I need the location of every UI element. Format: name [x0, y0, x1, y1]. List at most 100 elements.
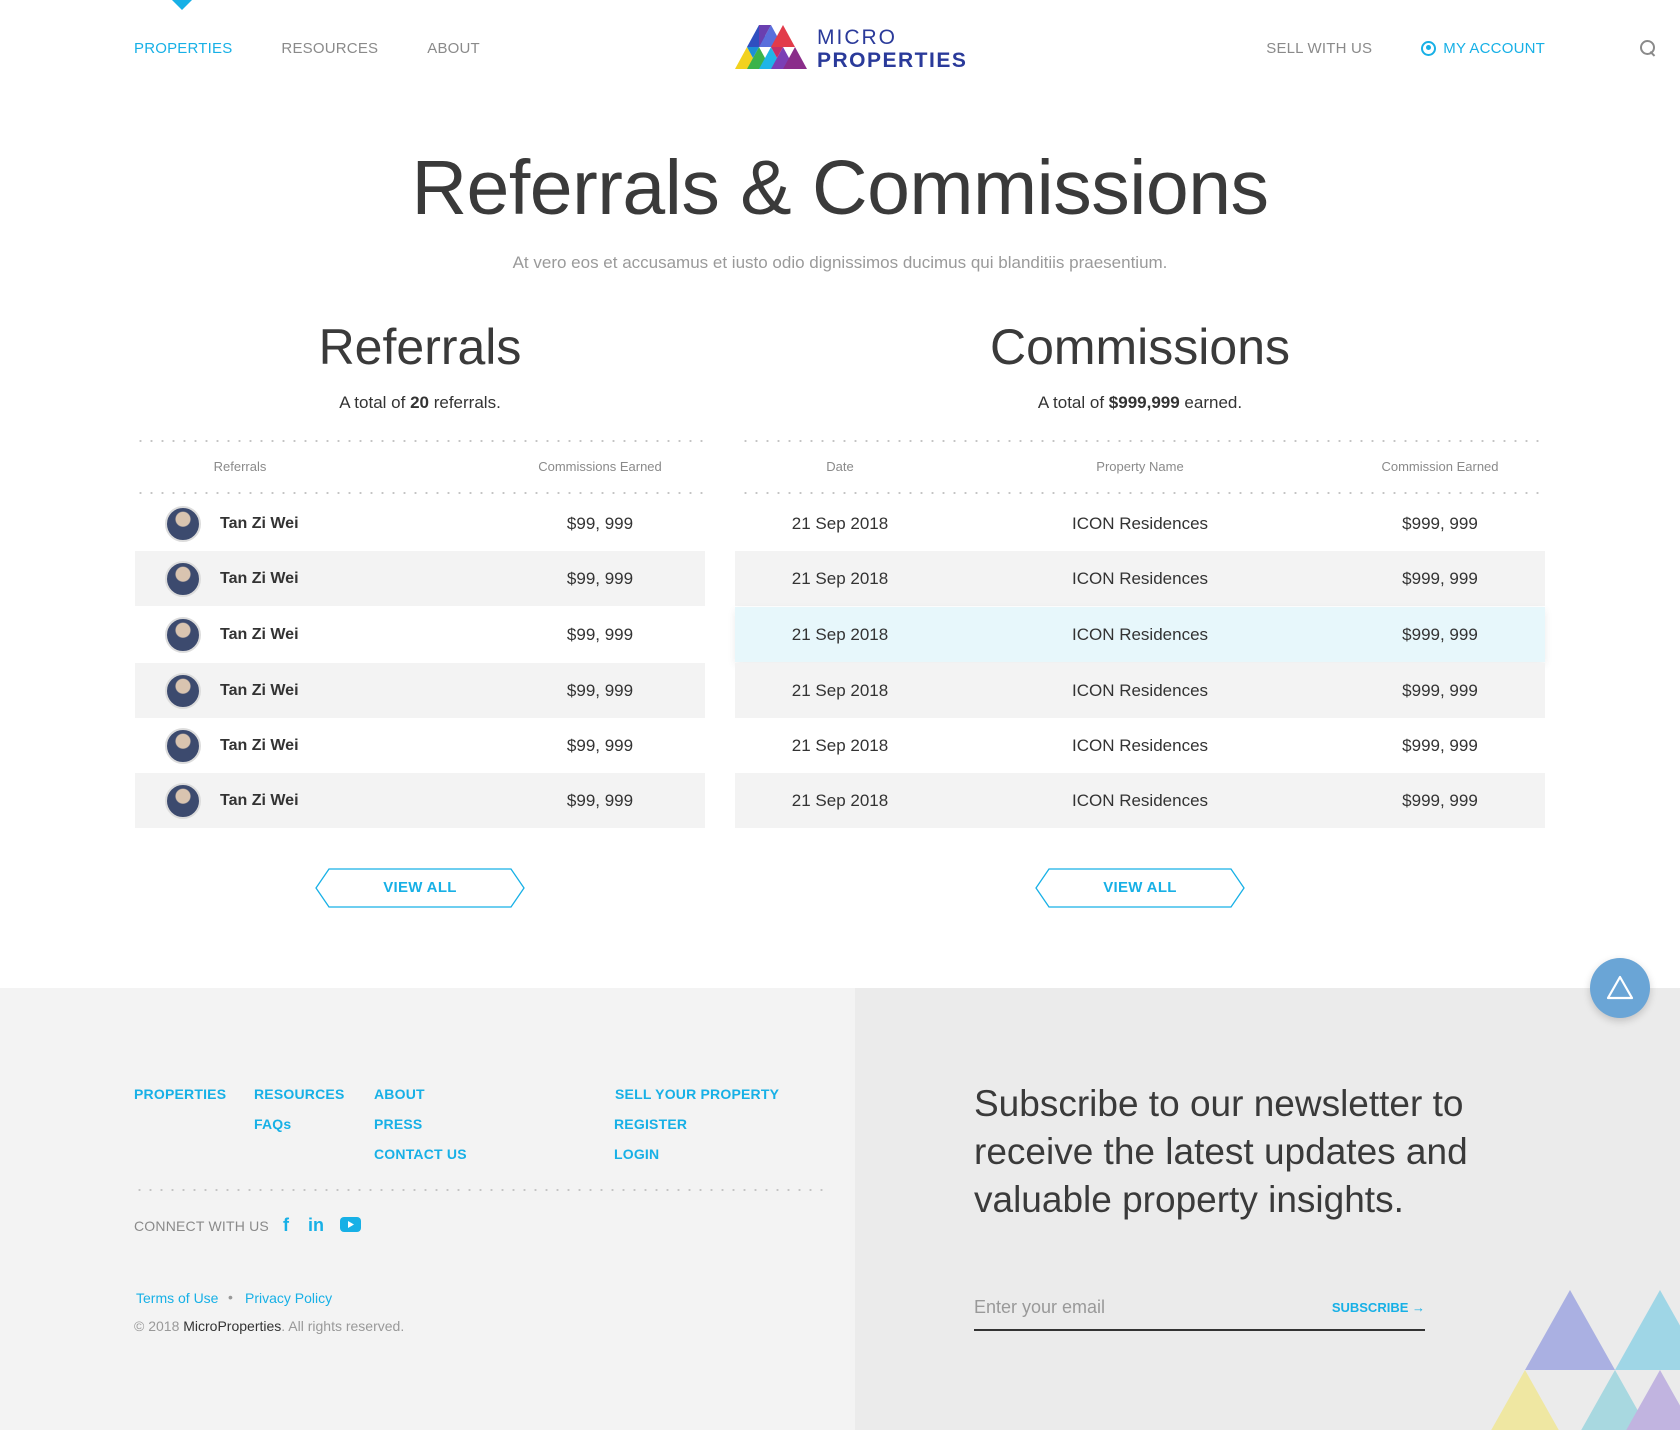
col-header-property-name: Property Name	[1096, 459, 1184, 474]
page-subtitle: At vero eos et accusamus et iusto odio d…	[512, 253, 1168, 272]
commission-amount: $999, 999	[1402, 790, 1478, 810]
referral-amount: $99, 999	[566, 735, 634, 755]
scroll-to-top-button[interactable]	[1590, 958, 1650, 1018]
footer-link-sell-your-property[interactable]: SELL YOUR PROPERTY	[615, 1086, 779, 1102]
footer-link-press[interactable]: PRESS	[374, 1116, 422, 1132]
commissions-summary: A total of $999,999 earned.	[1037, 393, 1243, 412]
logo-text-bottom: PROPERTIES	[817, 49, 968, 72]
avatar	[165, 782, 201, 819]
nav-resources[interactable]: RESOURCES	[281, 40, 378, 57]
view-all-referrals-button[interactable]: VIEW ALL	[315, 868, 525, 908]
terms-of-use-link[interactable]: Terms of Use	[136, 1290, 218, 1306]
avatar	[165, 560, 201, 597]
referral-amount: $99, 999	[566, 513, 634, 533]
email-input[interactable]	[974, 1292, 1294, 1322]
commission-date: 21 Sep 2018	[791, 568, 889, 588]
avatar	[165, 616, 201, 653]
commission-property: ICON Residences	[1071, 735, 1209, 755]
table-row[interactable]: 21 Sep 2018 ICON Residences $999, 999	[735, 551, 1545, 606]
avatar	[165, 672, 201, 709]
subscribe-button[interactable]: SUBSCRIBE →	[1332, 1300, 1425, 1315]
copyright-brand: MicroProperties	[183, 1318, 282, 1334]
nav-about[interactable]: ABOUT	[427, 40, 480, 57]
active-nav-indicator	[172, 0, 192, 10]
view-all-label: VIEW ALL	[383, 879, 457, 896]
referral-name: Tan Zi Wei	[220, 736, 299, 754]
view-all-label: VIEW ALL	[1103, 879, 1177, 896]
logo-mark-icon	[735, 25, 807, 69]
commission-property: ICON Residences	[1071, 513, 1209, 533]
referral-name: Tan Zi Wei	[220, 625, 299, 643]
nav-sell-with-us[interactable]: SELL WITH US	[1266, 40, 1372, 57]
page-title: Referrals & Commissions	[411, 145, 1269, 231]
footer-link-properties[interactable]: PROPERTIES	[134, 1086, 226, 1102]
footer-link-register[interactable]: REGISTER	[614, 1116, 687, 1132]
view-all-commissions-button[interactable]: VIEW ALL	[1035, 868, 1245, 908]
facebook-icon[interactable]: f	[283, 1215, 289, 1236]
commission-date: 21 Sep 2018	[791, 624, 889, 644]
table-row[interactable]: 21 Sep 2018 ICON Residences $999, 999	[735, 663, 1545, 718]
footer-link-resources[interactable]: RESOURCES	[254, 1086, 344, 1102]
col-header-date: Date	[826, 459, 854, 474]
commission-date: 21 Sep 2018	[791, 735, 889, 755]
linkedin-icon[interactable]: in	[308, 1215, 324, 1236]
site-header: PROPERTIES RESOURCES ABOUT MICRO PROPERT…	[0, 0, 1680, 100]
referrals-title: Referrals	[318, 319, 522, 375]
logo-text-top: MICRO	[817, 26, 897, 49]
youtube-icon[interactable]	[340, 1217, 361, 1232]
decorative-triangles	[1491, 1290, 1680, 1430]
nav-properties[interactable]: PROPERTIES	[134, 40, 232, 57]
referral-name: Tan Zi Wei	[220, 681, 299, 699]
table-row[interactable]: Tan Zi Wei $99, 999	[135, 663, 705, 718]
newsletter-heading: Subscribe to our newsletter to receive t…	[974, 1083, 1468, 1220]
privacy-policy-link[interactable]: Privacy Policy	[245, 1290, 332, 1306]
referral-name: Tan Zi Wei	[220, 514, 299, 532]
secondary-nav: SELL WITH US MY ACCOUNT	[1266, 40, 1545, 57]
table-row[interactable]: Tan Zi Wei $99, 999	[135, 773, 705, 828]
avatar	[165, 727, 201, 764]
col-header-commission-earned: Commission Earned	[1381, 459, 1499, 474]
table-row[interactable]: 21 Sep 2018 ICON Residences $999, 999	[735, 773, 1545, 828]
col-header-referrals: Referrals	[213, 459, 267, 474]
referrals-summary: A total of 20 referrals.	[339, 393, 501, 412]
referral-name: Tan Zi Wei	[220, 791, 299, 809]
divider	[135, 492, 705, 494]
commissions-title: Commissions	[989, 319, 1291, 375]
commission-amount: $999, 999	[1402, 680, 1478, 700]
divider	[740, 440, 1545, 442]
commission-date: 21 Sep 2018	[791, 680, 889, 700]
commission-amount: $999, 999	[1402, 513, 1478, 533]
table-row[interactable]: Tan Zi Wei $99, 999	[135, 551, 705, 606]
search-icon[interactable]	[1640, 40, 1656, 56]
avatar	[165, 505, 201, 542]
commission-amount: $999, 999	[1402, 624, 1478, 644]
footer-link-login[interactable]: LOGIN	[614, 1146, 659, 1162]
referral-amount: $99, 999	[566, 790, 634, 810]
my-account-link[interactable]: MY ACCOUNT	[1421, 40, 1545, 57]
site-logo[interactable]: MICRO PROPERTIES	[735, 25, 967, 73]
footer-divider	[134, 1189, 828, 1191]
triangle-up-icon	[1606, 975, 1634, 1000]
table-row[interactable]: Tan Zi Wei $99, 999	[135, 496, 705, 551]
newsletter-form: SUBSCRIBE →	[974, 1288, 1425, 1331]
commission-property: ICON Residences	[1071, 790, 1209, 810]
table-row[interactable]: Tan Zi Wei $99, 999	[135, 718, 705, 773]
primary-nav: PROPERTIES RESOURCES ABOUT	[134, 40, 480, 57]
commission-property: ICON Residences	[1071, 680, 1209, 700]
footer-link-about[interactable]: ABOUT	[374, 1086, 425, 1102]
col-header-commissions-earned: Commissions Earned	[538, 459, 662, 474]
referral-amount: $99, 999	[566, 680, 634, 700]
commission-date: 21 Sep 2018	[791, 790, 889, 810]
my-account-label: MY ACCOUNT	[1443, 40, 1545, 57]
table-row[interactable]: 21 Sep 2018 ICON Residences $999, 999	[735, 718, 1545, 773]
table-row[interactable]: 21 Sep 2018 ICON Residences $999, 999	[735, 496, 1545, 551]
table-row[interactable]: Tan Zi Wei $99, 999	[135, 607, 705, 662]
user-icon	[1421, 41, 1437, 56]
footer-link-faqs[interactable]: FAQs	[254, 1116, 291, 1132]
referral-amount: $99, 999	[566, 624, 634, 644]
table-row-highlighted[interactable]: 21 Sep 2018 ICON Residences $999, 999	[735, 607, 1545, 662]
divider	[740, 492, 1545, 494]
copyright: © 2018 MicroProperties. All rights reser…	[134, 1318, 405, 1334]
referral-amount: $99, 999	[566, 568, 634, 588]
footer-link-contact-us[interactable]: CONTACT US	[374, 1146, 467, 1162]
